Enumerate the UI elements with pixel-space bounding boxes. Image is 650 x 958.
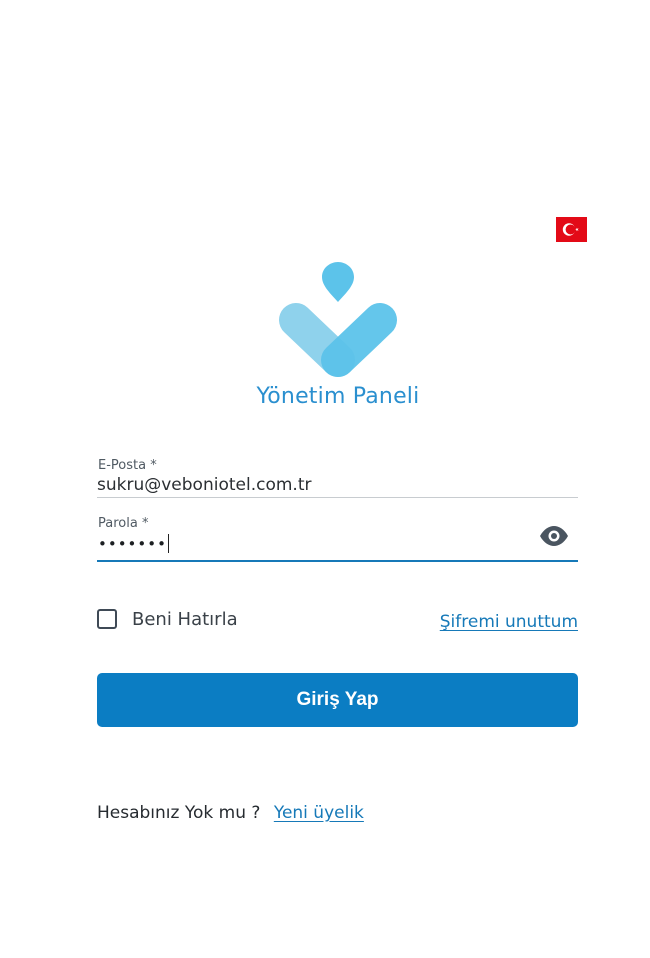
remember-me-checkbox[interactable]: [97, 609, 117, 629]
eye-icon[interactable]: [539, 526, 569, 546]
email-field[interactable]: E-Posta *: [97, 455, 578, 498]
remember-me-label: Beni Hatırla: [132, 608, 238, 630]
text-caret: [167, 534, 170, 553]
login-button[interactable]: Giriş Yap: [97, 673, 578, 727]
signup-question: Hesabınız Yok mu ?: [97, 803, 261, 823]
password-masked-value: •••••••: [98, 535, 167, 553]
panel-title: Yönetim Paneli: [256, 384, 420, 409]
forgot-password-link[interactable]: Şifremi unuttum: [440, 612, 578, 632]
password-field[interactable]: Parola * •••••••: [97, 513, 578, 562]
email-input[interactable]: [97, 475, 527, 495]
login-page: Yönetim Paneli E-Posta * Parola * ••••••…: [0, 0, 650, 958]
brand-logo: [279, 262, 397, 377]
email-label: E-Posta *: [98, 458, 157, 473]
password-input[interactable]: •••••••: [98, 534, 170, 553]
signup-row: Hesabınız Yok mu ? Yeni üyelik: [97, 803, 364, 823]
signup-link[interactable]: Yeni üyelik: [274, 803, 364, 823]
password-label: Parola *: [98, 516, 149, 531]
turkey-flag-icon[interactable]: [556, 217, 587, 242]
remember-me-checkbox-row[interactable]: Beni Hatırla: [97, 606, 238, 632]
